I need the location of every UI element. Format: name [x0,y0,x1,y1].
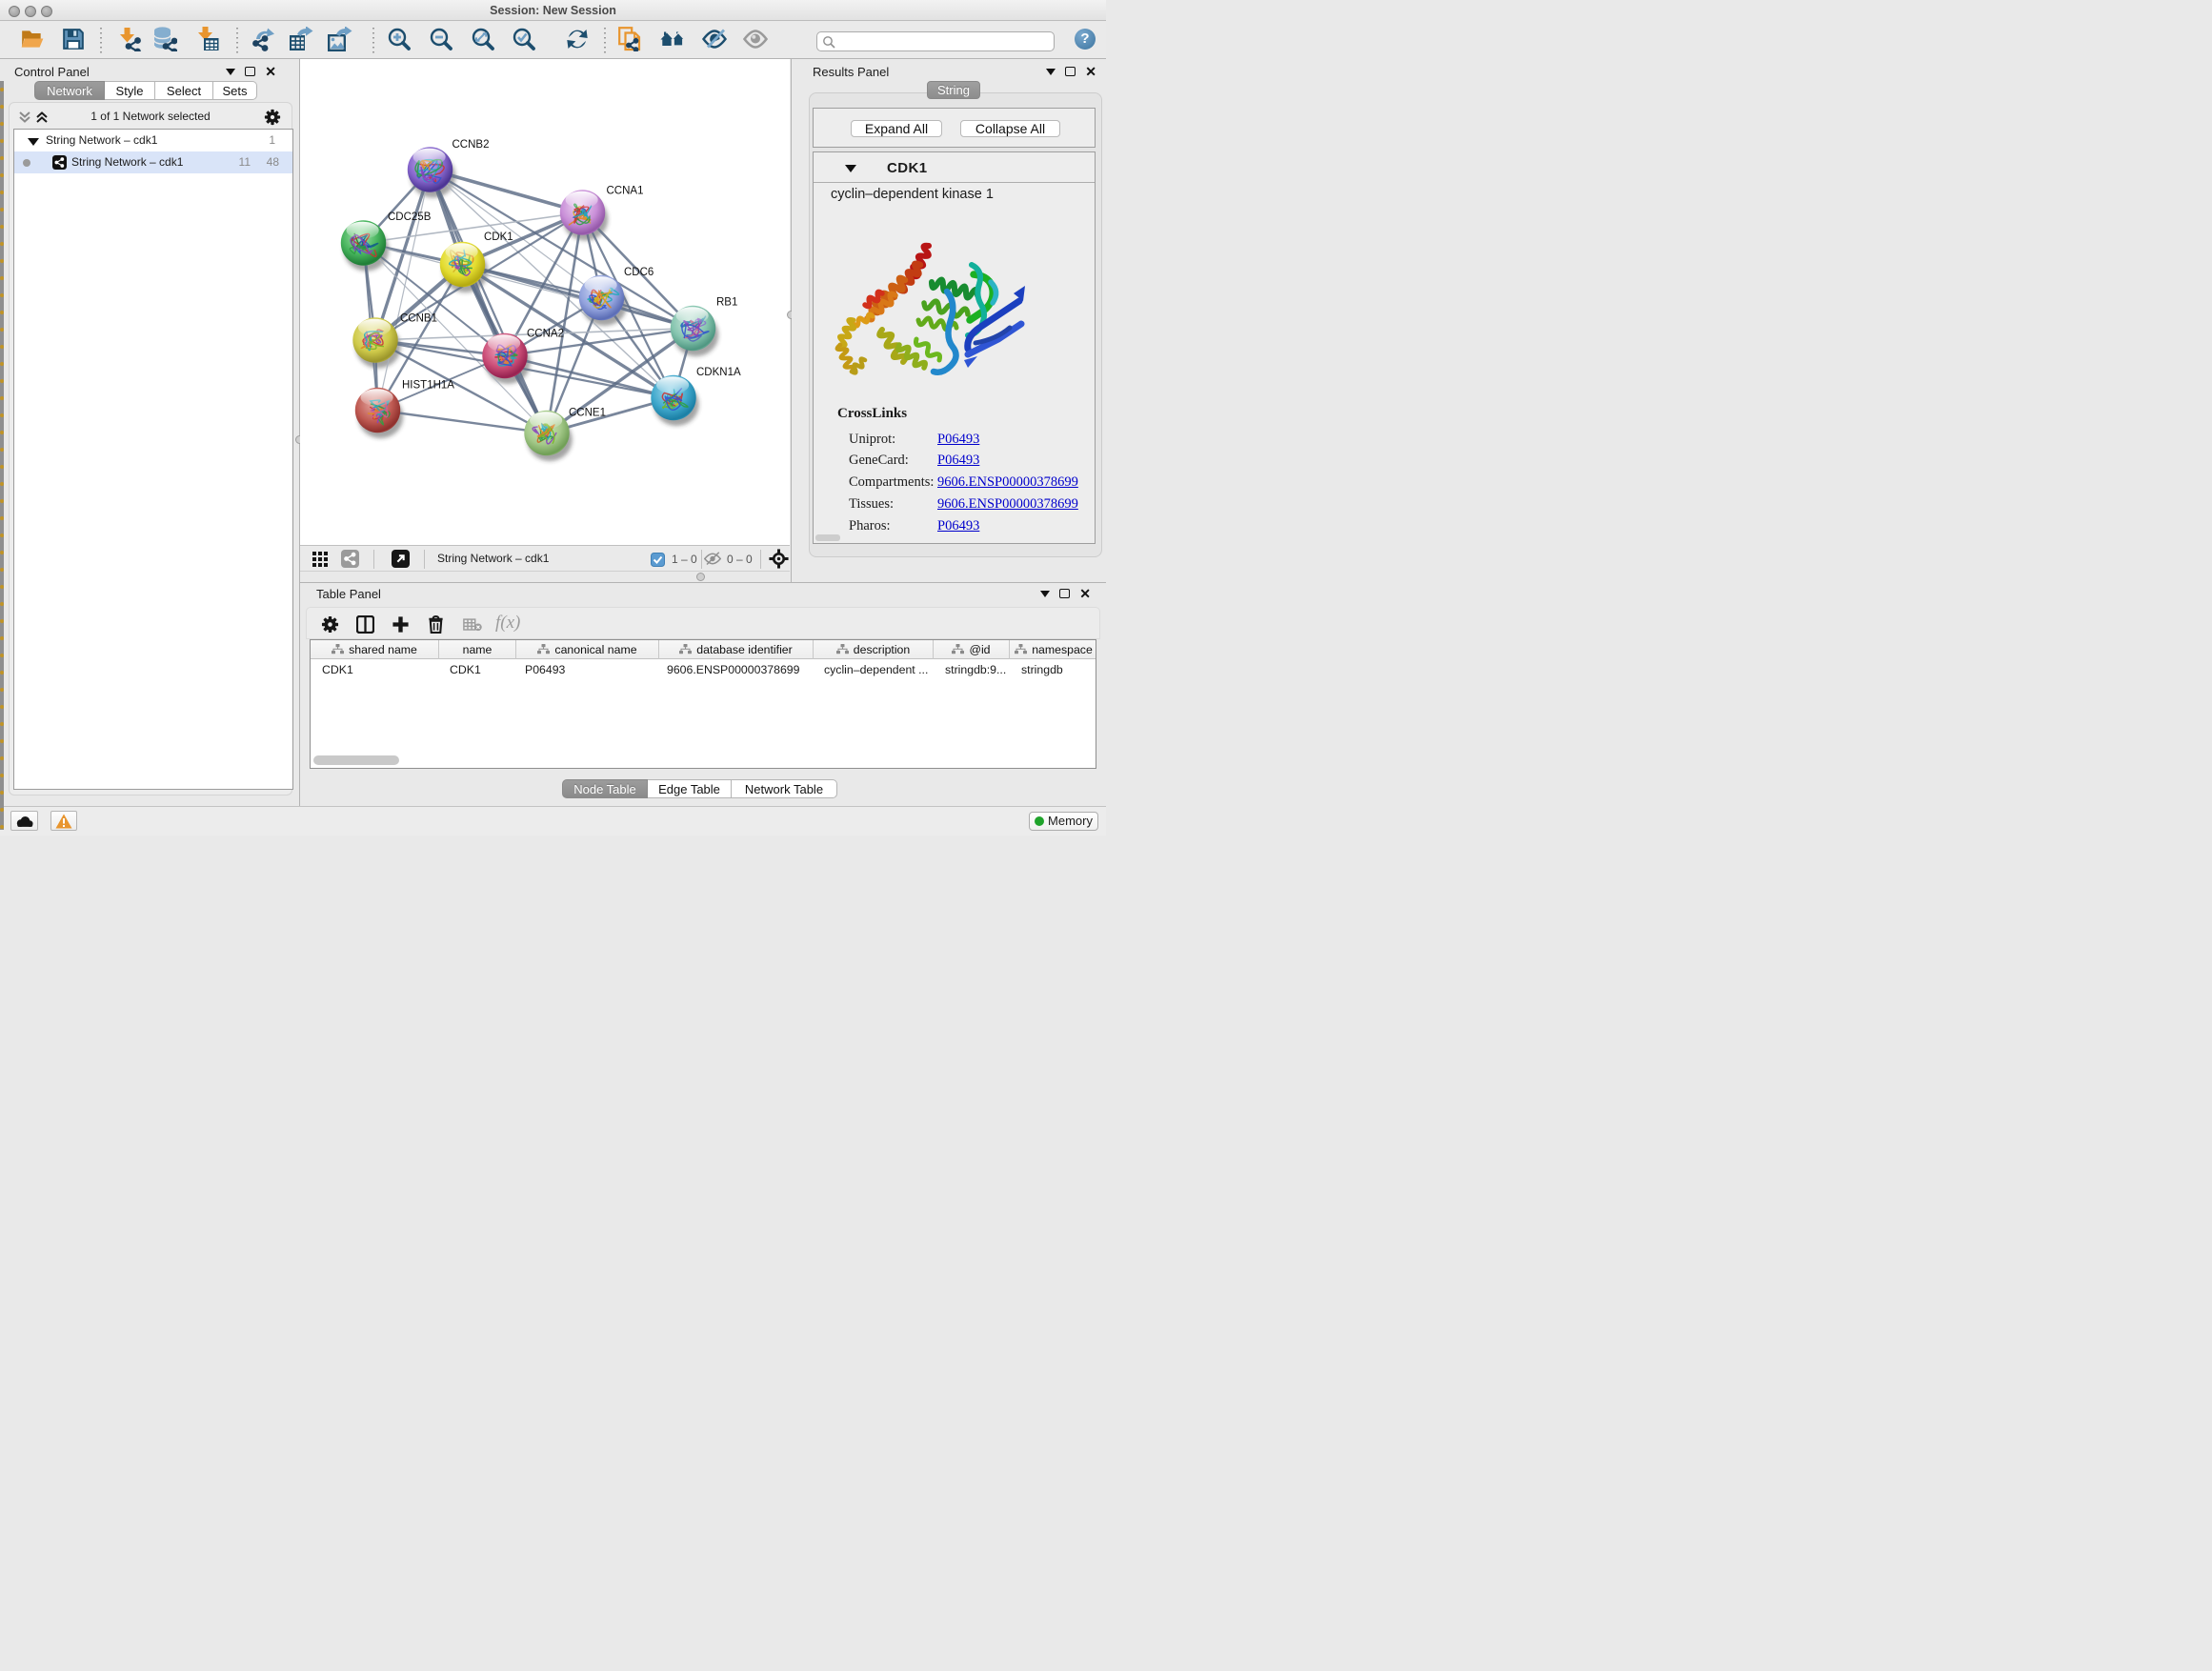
svg-text:CCNA1: CCNA1 [607,186,644,197]
svg-text:CDC6: CDC6 [624,267,654,278]
svg-text:CDKN1A: CDKN1A [696,367,741,378]
svg-text:HIST1H1A: HIST1H1A [402,380,454,392]
svg-text:CCNE1: CCNE1 [569,408,606,419]
svg-text:CCNB1: CCNB1 [400,313,437,325]
svg-text:CDC25B: CDC25B [388,211,432,223]
svg-text:RB1: RB1 [716,297,737,309]
svg-text:CCNA2: CCNA2 [527,329,564,340]
svg-text:CCNB2: CCNB2 [452,139,490,151]
svg-text:CDK1: CDK1 [484,232,513,243]
